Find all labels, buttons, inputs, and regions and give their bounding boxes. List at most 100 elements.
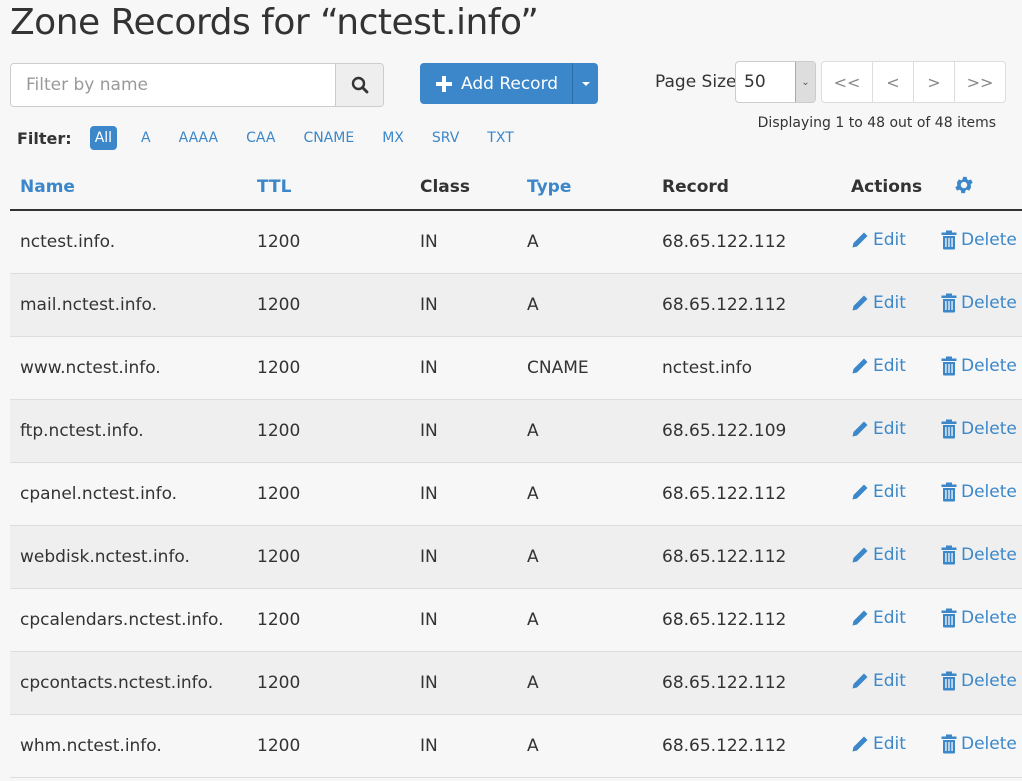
pencil-icon	[852, 295, 868, 311]
pencil-icon	[852, 610, 868, 626]
delete-label: Delete	[961, 670, 1017, 691]
edit-button[interactable]: Edit	[851, 734, 906, 754]
edit-label: Edit	[873, 356, 906, 376]
record-ttl: 1200	[247, 336, 410, 400]
filter-txt[interactable]: TXT	[482, 126, 518, 150]
edit-label: Edit	[873, 482, 906, 502]
record-ttl: 1200	[247, 714, 410, 778]
record-value: 68.65.122.109	[652, 399, 841, 463]
header-settings[interactable]	[931, 165, 1022, 211]
record-type: A	[517, 588, 652, 652]
table-row: whm.nctest.info. 1200 IN A 68.65.122.112…	[10, 714, 1022, 778]
record-class: IN	[410, 651, 517, 715]
caret-down-icon	[581, 81, 590, 86]
filter-cname[interactable]: CNAME	[298, 126, 359, 150]
record-class: IN	[410, 525, 517, 589]
next-page-button[interactable]: >	[914, 62, 955, 102]
add-record-dropdown-toggle[interactable]	[573, 63, 599, 104]
gear-icon[interactable]	[953, 174, 975, 196]
display-info: Displaying 1 to 48 out of 48 items	[757, 115, 996, 131]
record-type: A	[517, 273, 652, 337]
record-name: webdisk.nctest.info.	[10, 525, 247, 589]
delete-label: Delete	[961, 733, 1017, 754]
page-size-select[interactable]: 50 ⌄	[735, 61, 816, 103]
delete-button[interactable]: Delete	[941, 734, 1017, 754]
prev-page-button[interactable]: <	[873, 62, 914, 102]
edit-label: Edit	[873, 734, 906, 754]
record-value: 68.65.122.112	[652, 714, 841, 778]
record-value: 68.65.122.112	[652, 273, 841, 337]
delete-label: Delete	[961, 418, 1017, 439]
record-name: whm.nctest.info.	[10, 714, 247, 778]
edit-label: Edit	[873, 545, 906, 565]
delete-label: Delete	[961, 355, 1017, 376]
pencil-icon	[852, 358, 868, 374]
header-name[interactable]: Name	[10, 165, 247, 211]
edit-button[interactable]: Edit	[851, 482, 906, 502]
delete-button[interactable]: Delete	[941, 356, 1017, 376]
record-type: A	[517, 525, 652, 589]
trash-icon	[941, 293, 957, 312]
filter-srv[interactable]: SRV	[427, 126, 464, 150]
record-type: A	[517, 651, 652, 715]
delete-label: Delete	[961, 229, 1017, 250]
delete-button[interactable]: Delete	[941, 545, 1017, 565]
add-record-group: Add Record	[420, 63, 599, 104]
record-value: 68.65.122.112	[652, 525, 841, 589]
record-value: 68.65.122.112	[652, 651, 841, 715]
search-input[interactable]	[11, 64, 335, 106]
filter-caa[interactable]: CAA	[241, 126, 280, 150]
record-value: 68.65.122.112	[652, 210, 841, 274]
header-type[interactable]: Type	[517, 165, 652, 211]
edit-label: Edit	[873, 671, 906, 691]
record-type: A	[517, 210, 652, 274]
header-actions: Actions	[841, 165, 931, 211]
delete-button[interactable]: Delete	[941, 293, 1017, 313]
table-row: cpanel.nctest.info. 1200 IN A 68.65.122.…	[10, 462, 1022, 526]
delete-button[interactable]: Delete	[941, 230, 1017, 250]
edit-button[interactable]: Edit	[851, 356, 906, 376]
record-ttl: 1200	[247, 273, 410, 337]
delete-button[interactable]: Delete	[941, 671, 1017, 691]
edit-button[interactable]: Edit	[851, 545, 906, 565]
record-name: ftp.nctest.info.	[10, 399, 247, 463]
trash-icon	[941, 608, 957, 627]
header-ttl[interactable]: TTL	[247, 165, 410, 211]
record-ttl: 1200	[247, 210, 410, 274]
filter-all[interactable]: All	[89, 126, 118, 150]
page-size-label: Page Size	[655, 72, 737, 92]
last-page-button[interactable]: >>	[955, 62, 1005, 102]
search-group	[10, 63, 384, 107]
edit-button[interactable]: Edit	[851, 671, 906, 691]
filter-aaaa[interactable]: AAAA	[174, 126, 223, 150]
pencil-icon	[852, 673, 868, 689]
add-record-button[interactable]: Add Record	[420, 63, 574, 104]
edit-button[interactable]: Edit	[851, 230, 906, 250]
record-class: IN	[410, 273, 517, 337]
trash-icon	[941, 545, 957, 564]
record-value: 68.65.122.112	[652, 588, 841, 652]
delete-button[interactable]: Delete	[941, 482, 1017, 502]
record-ttl: 1200	[247, 525, 410, 589]
delete-label: Delete	[961, 607, 1017, 628]
type-filter: Filter: All A AAAA CAA CNAME MX SRV TXT	[17, 124, 537, 152]
edit-button[interactable]: Edit	[851, 293, 906, 313]
delete-button[interactable]: Delete	[941, 419, 1017, 439]
page-title: Zone Records for “nctest.info”	[10, 2, 539, 43]
filter-mx[interactable]: MX	[377, 126, 409, 150]
record-ttl: 1200	[247, 462, 410, 526]
edit-button[interactable]: Edit	[851, 419, 906, 439]
filter-a[interactable]: A	[136, 126, 156, 150]
record-type: A	[517, 714, 652, 778]
record-name: cpcontacts.nctest.info.	[10, 651, 247, 715]
trash-icon	[941, 671, 957, 690]
delete-label: Delete	[961, 292, 1017, 313]
edit-button[interactable]: Edit	[851, 608, 906, 628]
delete-button[interactable]: Delete	[941, 608, 1017, 628]
edit-label: Edit	[873, 419, 906, 439]
record-class: IN	[410, 210, 517, 274]
table-row: www.nctest.info. 1200 IN CNAME nctest.in…	[10, 336, 1022, 400]
first-page-button[interactable]: <<	[822, 62, 873, 102]
search-button[interactable]	[335, 64, 383, 106]
record-class: IN	[410, 714, 517, 778]
